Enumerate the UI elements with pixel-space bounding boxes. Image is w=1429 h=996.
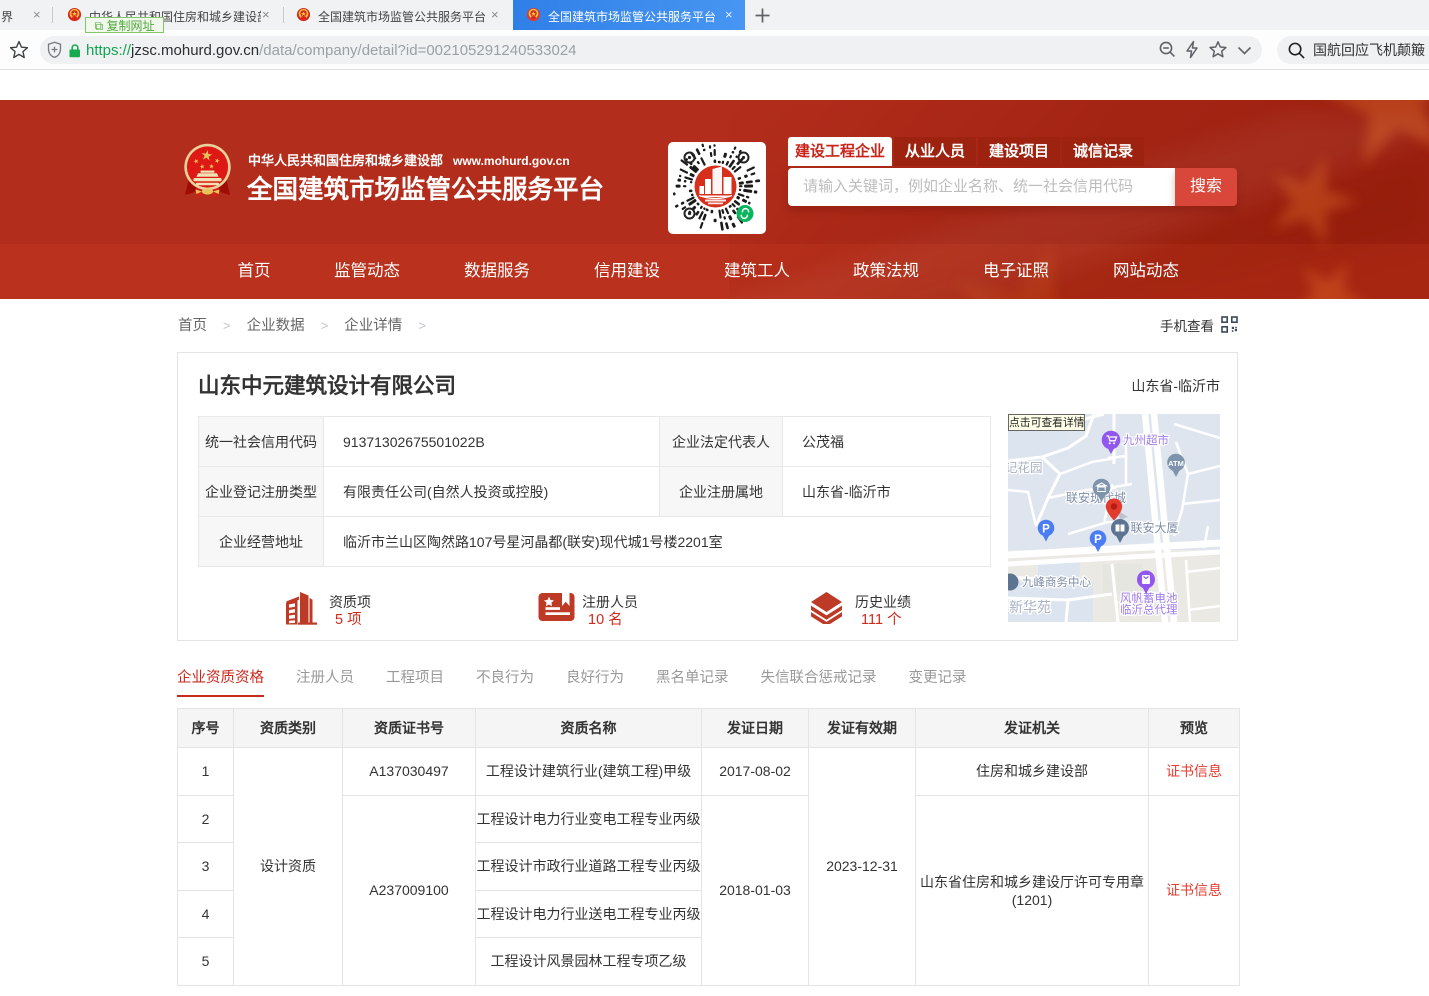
svg-text:P: P	[1094, 534, 1102, 546]
svg-text:P: P	[1042, 523, 1050, 535]
svg-text:风帆蓄电池: 风帆蓄电池	[1120, 591, 1178, 605]
svg-text:九峰商务中心: 九峰商务中心	[1022, 575, 1091, 589]
svg-text:记花园: 记花园	[1008, 460, 1043, 475]
svg-text:新华苑: 新华苑	[1009, 599, 1051, 615]
svg-text:ATM: ATM	[1168, 459, 1184, 468]
svg-text:联安大厦: 联安大厦	[1131, 520, 1179, 535]
svg-text:九州超市: 九州超市	[1123, 433, 1169, 447]
svg-text:临沂总代理: 临沂总代理	[1120, 603, 1178, 617]
